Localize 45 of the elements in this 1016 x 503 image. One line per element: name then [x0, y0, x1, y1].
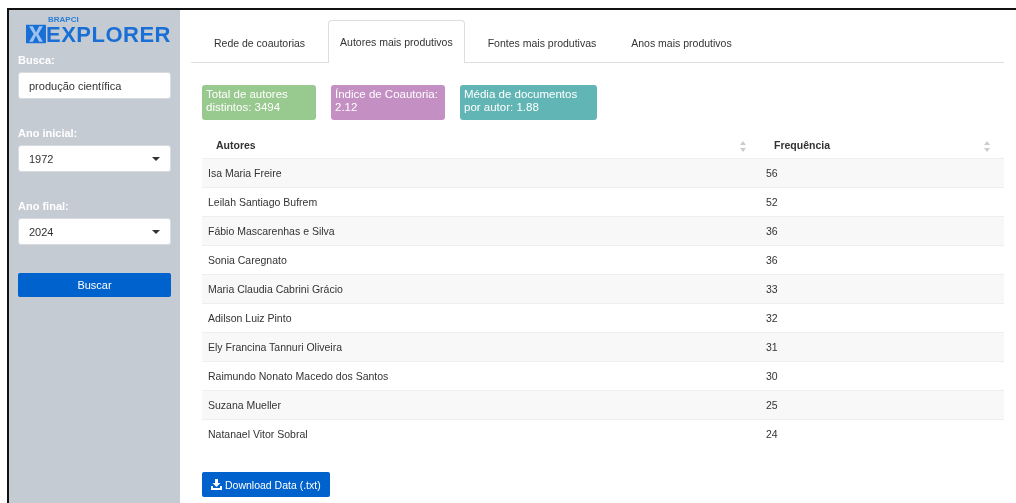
logo-icon [26, 22, 46, 46]
table-cell: 24 [766, 428, 778, 440]
table-cell: 56 [766, 167, 778, 179]
table-cell: Adilson Luiz Pinto [208, 312, 292, 324]
table-cell: 36 [766, 225, 778, 237]
tab[interactable]: Fontes mais produtivas [475, 21, 609, 63]
tab[interactable]: Rede de coautorias [202, 21, 318, 63]
search-label: Busca: [18, 54, 56, 66]
caret-icon [152, 229, 160, 234]
table-cell: 32 [766, 312, 778, 324]
table-cell: Raimundo Nonato Macedo dos Santos [208, 370, 389, 382]
table-cell: 25 [766, 399, 778, 411]
sort-icon[interactable] [984, 140, 990, 152]
table-cell: 31 [766, 341, 778, 353]
table-cell: Maria Claudia Cabrini Grácio [208, 283, 343, 295]
table-cell: 36 [766, 254, 778, 266]
table-cell: 33 [766, 283, 778, 295]
value-box: Média de documentos por autor: 1.88 [460, 85, 597, 120]
tab[interactable]: Autores mais produtivos [328, 20, 465, 63]
table-cell: Isa Maria Freire [208, 167, 282, 179]
table-cell: Leilah Santiago Bufrem [208, 196, 318, 208]
table-cell: 52 [766, 196, 778, 208]
search-button[interactable]: Buscar [18, 273, 171, 297]
year-label: Ano final: [18, 200, 70, 212]
value-box: Índice de Coautoria: 2.12 [331, 85, 445, 120]
column-header[interactable]: Frequência [774, 138, 831, 151]
download-button[interactable]: Download Data (.txt) [202, 472, 330, 497]
year-dropdown[interactable]: 1972 [18, 145, 171, 172]
year-label: Ano inicial: [18, 127, 79, 139]
tab[interactable]: Anos mais produtivos [619, 21, 744, 63]
table-cell: 30 [766, 370, 778, 382]
column-header[interactable]: Autores [216, 138, 256, 151]
table-cell: Ely Francina Tannuri Oliveira [208, 341, 343, 353]
table-cell: Sonia Caregnato [208, 254, 287, 266]
search-field[interactable]: produção científica [18, 72, 171, 99]
table-cell: Suzana Mueller [208, 399, 281, 411]
value-box: Total de autores distintos: 3494 [202, 85, 316, 120]
sort-icon[interactable] [740, 140, 746, 152]
year-dropdown[interactable]: 2024 [18, 218, 171, 245]
caret-icon [152, 156, 160, 161]
download-icon [211, 479, 222, 490]
logo-caption: BRAPCI [47, 16, 80, 24]
logo-text: EXPLORER [45, 24, 171, 46]
table-cell: Natanael Vitor Sobral [208, 428, 308, 440]
table-cell: Fábio Mascarenhas e Silva [208, 225, 335, 237]
